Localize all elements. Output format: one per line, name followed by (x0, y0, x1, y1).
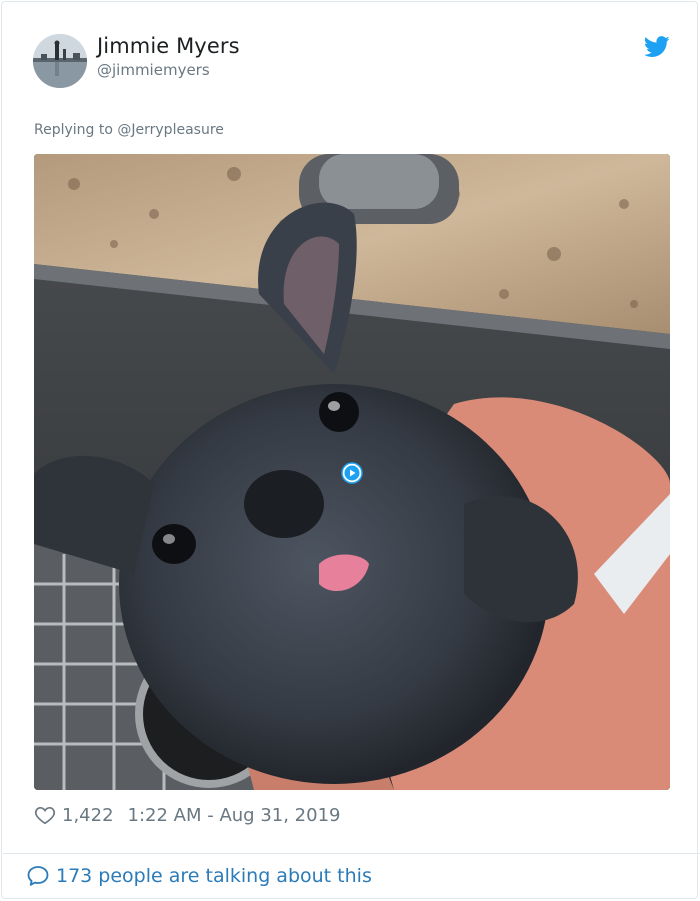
like-count[interactable]: 1,422 (62, 805, 114, 826)
play-icon[interactable] (341, 462, 363, 484)
author-avatar[interactable] (33, 34, 87, 88)
conversation-link[interactable]: 173 people are talking about this (26, 864, 372, 888)
tweet-meta: 1,422 1:22 AM - Aug 31, 2019 (34, 802, 340, 828)
tweet-card: Jimmie Myers @jimmiemyers Replying to @J… (1, 1, 700, 899)
footer-divider (3, 853, 700, 854)
avatar-photo (33, 34, 87, 88)
reply-prefix: Replying to (34, 122, 113, 138)
conversation-count[interactable]: 173 people are talking about this (56, 865, 372, 887)
author-handle[interactable]: @jimmiemyers (97, 61, 210, 79)
twitter-bird-icon[interactable] (643, 36, 670, 58)
tweet-timestamp[interactable]: 1:22 AM - Aug 31, 2019 (128, 805, 341, 826)
reply-mention-link[interactable]: @Jerrypleasure (117, 122, 224, 138)
heart-icon[interactable] (34, 804, 56, 826)
reply-context: Replying to @Jerrypleasure (34, 122, 224, 138)
author-display-name[interactable]: Jimmie Myers (97, 34, 240, 58)
speech-bubble-icon (27, 866, 49, 886)
